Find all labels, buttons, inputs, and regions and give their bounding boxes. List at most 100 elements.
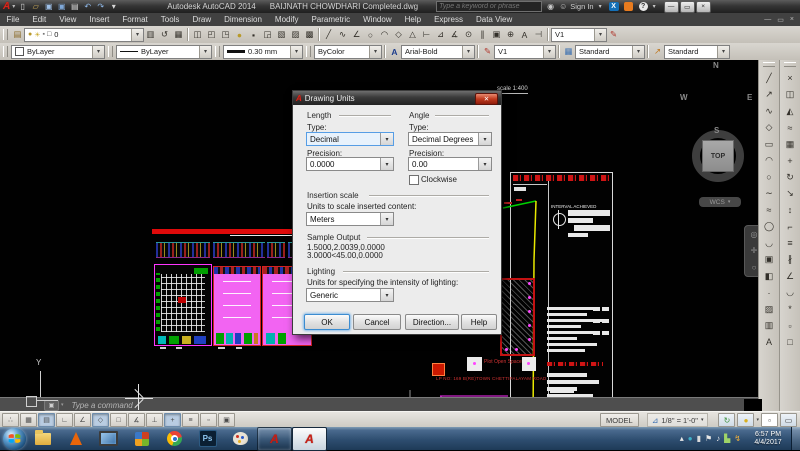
hatch-icon[interactable]: ▨: [761, 301, 777, 318]
saveas-icon[interactable]: ▣: [56, 2, 67, 12]
arc-tool-icon[interactable]: ◠: [378, 28, 391, 41]
polar-tracking-toggle[interactable]: ∠: [74, 413, 91, 427]
command-caret-icon[interactable]: ▾: [61, 402, 64, 408]
blend-icon[interactable]: □: [782, 334, 798, 351]
explode-icon[interactable]: *: [782, 301, 798, 318]
dynamic-input-toggle[interactable]: +: [164, 413, 181, 427]
polygon-icon[interactable]: ◇: [761, 120, 777, 137]
layer-previous-icon[interactable]: ↺: [158, 28, 171, 41]
autodesk-360-icon[interactable]: [623, 2, 633, 11]
dim-text-edit-icon[interactable]: A: [518, 28, 531, 41]
dim-radius-icon[interactable]: ⊙: [462, 28, 475, 41]
autocad-logo-icon[interactable]: A: [3, 1, 10, 12]
ellipse-arc-icon[interactable]: ◡: [761, 235, 777, 252]
menu-draw[interactable]: Draw: [186, 15, 218, 24]
spline-icon[interactable]: ≈: [761, 202, 777, 219]
command-line[interactable]: ▣ ▾ Type a command: [0, 397, 758, 412]
viewcube-north[interactable]: N: [713, 61, 719, 70]
layer-combo-caret-icon[interactable]: ▾: [131, 28, 143, 41]
open-file-icon[interactable]: ▱: [30, 2, 41, 12]
sign-in-button[interactable]: Sign In: [570, 2, 593, 11]
menu-tools[interactable]: Tools: [154, 15, 186, 24]
ortho-mode-toggle[interactable]: ∟: [56, 413, 73, 427]
clean-screen-button[interactable]: ▭: [780, 413, 797, 427]
angle-tool-icon[interactable]: ∠: [350, 28, 363, 41]
taskbar-autocad-button[interactable]: A: [257, 426, 292, 451]
dialog-close-button[interactable]: ✕: [475, 93, 498, 105]
lineweight-combo[interactable]: 0.30 mm ▾: [223, 44, 303, 59]
layer-properties-icon[interactable]: ▤: [11, 28, 24, 41]
plot-icon[interactable]: ▤: [69, 2, 80, 12]
object-snap-toggle[interactable]: ◇: [92, 413, 109, 427]
arc-icon[interactable]: ◠: [761, 153, 777, 170]
nav-wheel-icon[interactable]: ◎: [751, 230, 758, 239]
polygon-tool-icon[interactable]: ◇: [392, 28, 405, 41]
stretch-icon[interactable]: ↕: [782, 202, 798, 219]
dialog-title-bar[interactable]: A Drawing Units ✕: [293, 91, 501, 105]
move-icon[interactable]: +: [782, 153, 798, 170]
menu-edit[interactable]: Edit: [26, 15, 53, 24]
new-file-icon[interactable]: ▯: [17, 2, 28, 12]
textstyle-combo[interactable]: Arial-Bold ▾: [401, 44, 475, 59]
layer-combo[interactable]: ● ☀ ▪ □ 0 ▾: [24, 27, 144, 42]
taskbar-vlc-button[interactable]: [59, 428, 92, 450]
taskbar-autocad-active-button[interactable]: A: [292, 426, 327, 451]
dim-style-edit-icon[interactable]: ✎: [607, 28, 620, 41]
rotate-icon[interactable]: ↻: [782, 169, 798, 186]
color-combo[interactable]: ByLayer ▾: [11, 44, 105, 59]
nav-zoom-icon[interactable]: ○: [752, 263, 757, 272]
trim-icon[interactable]: ⌐: [782, 219, 798, 236]
copy-to-layer-icon[interactable]: ▨: [289, 28, 302, 41]
menu-file[interactable]: File: [0, 15, 26, 24]
taskbar-media-app-button[interactable]: [125, 428, 158, 450]
help-icon[interactable]: ?: [638, 2, 648, 11]
layer-on-icon[interactable]: ●: [28, 31, 32, 38]
offset-icon[interactable]: ≈: [782, 120, 798, 137]
redo-icon[interactable]: ↷: [95, 2, 106, 12]
taskbar-clock[interactable]: 6:57 PM 4/4/2017: [747, 431, 789, 447]
power-icon[interactable]: ↯: [734, 434, 741, 443]
dim-angular-icon[interactable]: ∡: [448, 28, 461, 41]
undo-icon[interactable]: ↶: [82, 2, 93, 12]
dim-aligned-icon[interactable]: ⊿: [434, 28, 447, 41]
layer-match-icon[interactable]: ▧: [275, 28, 288, 41]
construction-line-icon[interactable]: ↗: [761, 87, 777, 104]
dim-linear-icon[interactable]: ⊢: [420, 28, 433, 41]
viewcube-east[interactable]: E: [747, 93, 752, 102]
snap-mode-toggle[interactable]: ▦: [20, 413, 37, 427]
logo-caret-icon[interactable]: ▾: [12, 3, 15, 10]
tablestyle-combo[interactable]: Standard ▾: [575, 44, 645, 59]
mtext-icon[interactable]: A: [761, 334, 777, 351]
restore-button[interactable]: ▭: [679, 0, 695, 13]
layer-unisolate-icon[interactable]: ◰: [205, 28, 218, 41]
mleader-style-icon[interactable]: ↗: [651, 45, 664, 58]
extend-icon[interactable]: ≡: [782, 235, 798, 252]
menu-dimension[interactable]: Dimension: [218, 15, 269, 24]
dynamic-ucs-toggle[interactable]: ⊥: [146, 413, 163, 427]
revision-cloud-icon[interactable]: ∼: [761, 186, 777, 203]
menu-view[interactable]: View: [53, 15, 83, 24]
polyline-edit-icon[interactable]: ∿: [336, 28, 349, 41]
layer-isolate-icon[interactable]: ◫: [191, 28, 204, 41]
menu-insert[interactable]: Insert: [83, 15, 116, 24]
fillet-icon[interactable]: ◡: [782, 285, 798, 302]
polyline-tool-icon[interactable]: ∿: [761, 103, 777, 120]
angle-type-combo[interactable]: Decimal Degrees ▾: [408, 132, 492, 146]
help-caret-icon[interactable]: ▾: [653, 3, 656, 10]
search-icon[interactable]: ◉: [547, 2, 554, 11]
doc-close-icon[interactable]: ×: [790, 16, 794, 24]
layer-lock-state-icon[interactable]: ▪: [43, 31, 45, 38]
direction-button[interactable]: Direction...: [405, 314, 459, 330]
battery-icon[interactable]: ▮: [697, 434, 701, 443]
infer-constraints-toggle[interactable]: ∴: [2, 413, 19, 427]
layer-off-icon[interactable]: ●: [233, 28, 246, 41]
rectangle-tool-icon[interactable]: ▭: [761, 136, 777, 153]
array-icon[interactable]: ▦: [782, 136, 798, 153]
dim-style-icon[interactable]: ✎: [481, 45, 494, 58]
cancel-button[interactable]: Cancel: [353, 314, 401, 330]
dimstyle-combo[interactable]: V1 ▾: [494, 44, 556, 59]
annotation-scale-caret-icon[interactable]: ▾: [701, 417, 704, 423]
copy-icon[interactable]: ◫: [782, 87, 798, 104]
annotation-auto-scale-button[interactable]: ●: [737, 413, 755, 427]
lineweight-display-toggle[interactable]: ≡: [182, 413, 199, 427]
